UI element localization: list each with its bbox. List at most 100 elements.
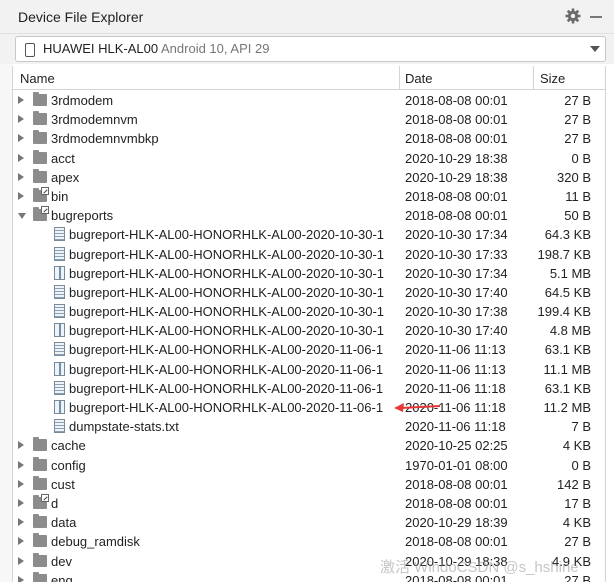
row-date: 2020-10-30 17:38: [405, 304, 508, 320]
gear-icon[interactable]: [564, 7, 582, 25]
folder-link-icon: [33, 493, 49, 509]
table-row[interactable]: bugreport-HLK-AL00-HONORHLK-AL00-2020-10…: [13, 225, 605, 244]
table-row[interactable]: bugreports 2018-08-08 00:01 50 B: [13, 206, 605, 225]
row-name: 3rdmodemnvm: [51, 112, 138, 128]
row-size: 0 B: [571, 150, 591, 166]
table-row[interactable]: 3rdmodem 2018-08-08 00:01 27 B: [13, 91, 605, 110]
folder-icon: [33, 571, 47, 582]
row-size: 63.1 KB: [544, 380, 591, 396]
table-row[interactable]: d 2018-08-08 00:01 17 B: [13, 493, 605, 513]
table-row[interactable]: eng 2018-08-08 00:01 27 B: [13, 571, 605, 582]
row-date: 2020-10-29 18:38: [405, 169, 508, 185]
archive-file-icon: [54, 323, 65, 338]
expand-closed-icon[interactable]: [18, 460, 24, 469]
row-size: 27 B: [564, 534, 591, 550]
table-row[interactable]: 3rdmodemnvmbkp 2018-08-08 00:01 27 B: [13, 129, 605, 148]
table-row[interactable]: bugreport-HLK-AL00-HONORHLK-AL00-2020-10…: [13, 321, 605, 340]
table-row[interactable]: config 1970-01-01 08:00 0 B: [13, 456, 605, 475]
table-row[interactable]: bugreport-HLK-AL00-HONORHLK-AL00-2020-11…: [13, 398, 605, 417]
table-row[interactable]: debug_ramdisk 2018-08-08 00:01 27 B: [13, 532, 605, 551]
left-gutter: [0, 64, 12, 582]
expand-closed-icon[interactable]: [18, 537, 24, 546]
expand-closed-icon[interactable]: [18, 556, 24, 565]
table-row[interactable]: apex 2020-10-29 18:38 320 B: [13, 168, 605, 187]
expand-closed-icon[interactable]: [18, 96, 24, 104]
table-row[interactable]: bugreport-HLK-AL00-HONORHLK-AL00-2020-11…: [13, 340, 605, 359]
row-date: 2020-11-06 11:13: [405, 361, 506, 377]
expand-closed-icon[interactable]: [18, 479, 24, 488]
table-row[interactable]: cache 2020-10-25 02:25 4 KB: [13, 436, 605, 455]
row-name: eng: [51, 572, 73, 582]
row-date: 2018-08-08 00:01: [405, 188, 508, 204]
expand-closed-icon[interactable]: [18, 518, 24, 527]
file-tree-table: Name Date Size 3rdmodem 2018-08-08 00:01 2…: [12, 66, 606, 582]
folder-icon: [33, 437, 47, 452]
link-icon: [41, 206, 49, 215]
table-row[interactable]: bugreport-HLK-AL00-HONORHLK-AL00-2020-11…: [13, 360, 605, 379]
folder-icon: [33, 92, 47, 106]
expand-closed-icon[interactable]: [18, 441, 24, 450]
row-name: dumpstate-stats.txt: [69, 419, 179, 435]
row-name: bugreport-HLK-AL00-HONORHLK-AL00-2020-10…: [69, 265, 385, 281]
table-row[interactable]: bin 2018-08-08 00:01 11 B: [13, 186, 605, 206]
expand-open-icon[interactable]: [18, 213, 26, 220]
expand-closed-icon[interactable]: [18, 575, 24, 582]
row-size: 7 B: [571, 419, 591, 435]
expand-closed-icon[interactable]: [18, 134, 24, 143]
table-row[interactable]: bugreport-HLK-AL00-HONORHLK-AL00-2020-10…: [13, 283, 605, 302]
table-row[interactable]: bugreport-HLK-AL00-HONORHLK-AL00-2020-11…: [13, 379, 605, 398]
row-date: 2020-10-30 17:40: [405, 284, 508, 300]
row-date: 2018-08-08 00:01: [405, 208, 508, 224]
row-size: 64.5 KB: [544, 284, 591, 300]
column-divider[interactable]: [533, 66, 534, 90]
text-file-icon: [54, 419, 65, 434]
expand-closed-icon[interactable]: [18, 498, 24, 507]
text-file-icon: [54, 284, 65, 299]
column-header-size[interactable]: Size: [540, 71, 565, 86]
column-divider[interactable]: [399, 66, 400, 90]
row-name: bin: [51, 188, 69, 204]
text-file-icon: [54, 304, 65, 319]
device-bar: HUAWEI HLK-AL00 Android 10, API 29: [0, 34, 614, 64]
row-size: 11.2 MB: [543, 400, 591, 415]
annotation-arrow-icon: [394, 403, 441, 412]
row-size: 27 B: [564, 131, 591, 147]
minimize-icon[interactable]: [590, 16, 602, 18]
table-body: 3rdmodem 2018-08-08 00:01 27 B 3rdmodemnvm 2…: [13, 91, 605, 582]
column-header-date[interactable]: Date: [405, 71, 432, 86]
table-row[interactable]: dev 2020-10-29 18:38 4.9 KB: [13, 552, 605, 571]
row-size: 17 B: [564, 495, 591, 511]
row-name: 3rdmodemnvmbkp: [51, 131, 159, 147]
text-file-icon: [54, 342, 65, 357]
table-row[interactable]: bugreport-HLK-AL00-HONORHLK-AL00-2020-10…: [13, 245, 605, 264]
row-name: debug_ramdisk: [51, 534, 140, 550]
folder-icon: [33, 475, 47, 490]
row-date: 2018-08-08 00:01: [405, 476, 508, 492]
row-size: 142 B: [557, 476, 591, 492]
expand-closed-icon[interactable]: [18, 153, 24, 162]
row-name: bugreport-HLK-AL00-HONORHLK-AL00-2020-10…: [69, 246, 385, 262]
row-name: config: [51, 457, 86, 473]
row-name: bugreport-HLK-AL00-HONORHLK-AL00-2020-10…: [69, 323, 385, 339]
column-header-name[interactable]: Name: [20, 71, 55, 86]
table-row[interactable]: 3rdmodemnvm 2018-08-08 00:01 27 B: [13, 110, 605, 129]
device-info: Android 10, API 29: [161, 41, 270, 56]
chevron-down-icon[interactable]: [590, 46, 600, 52]
row-name: 3rdmodem: [51, 93, 114, 108]
row-size: 64.3 KB: [544, 227, 591, 243]
expand-closed-icon[interactable]: [18, 172, 24, 181]
table-row[interactable]: dumpstate-stats.txt 2020-11-06 11:18 7 B: [13, 417, 605, 436]
expand-closed-icon[interactable]: [18, 191, 24, 200]
expand-closed-icon[interactable]: [18, 115, 24, 124]
device-name: HUAWEI HLK-AL00: [43, 41, 159, 56]
row-size: 199.4 KB: [537, 304, 592, 320]
table-row[interactable]: bugreport-HLK-AL00-HONORHLK-AL00-2020-10…: [13, 302, 605, 321]
table-row[interactable]: acct 2020-10-29 18:38 0 B: [13, 149, 605, 168]
row-date: 1970-01-01 08:00: [405, 457, 508, 473]
row-name: apex: [51, 169, 80, 185]
text-file-icon: [54, 227, 65, 242]
table-row[interactable]: cust 2018-08-08 00:01 142 B: [13, 475, 605, 494]
table-row[interactable]: bugreport-HLK-AL00-HONORHLK-AL00-2020-10…: [13, 264, 605, 283]
table-row[interactable]: data 2020-10-29 18:39 4 KB: [13, 513, 605, 532]
device-selector[interactable]: HUAWEI HLK-AL00 Android 10, API 29: [15, 36, 606, 62]
